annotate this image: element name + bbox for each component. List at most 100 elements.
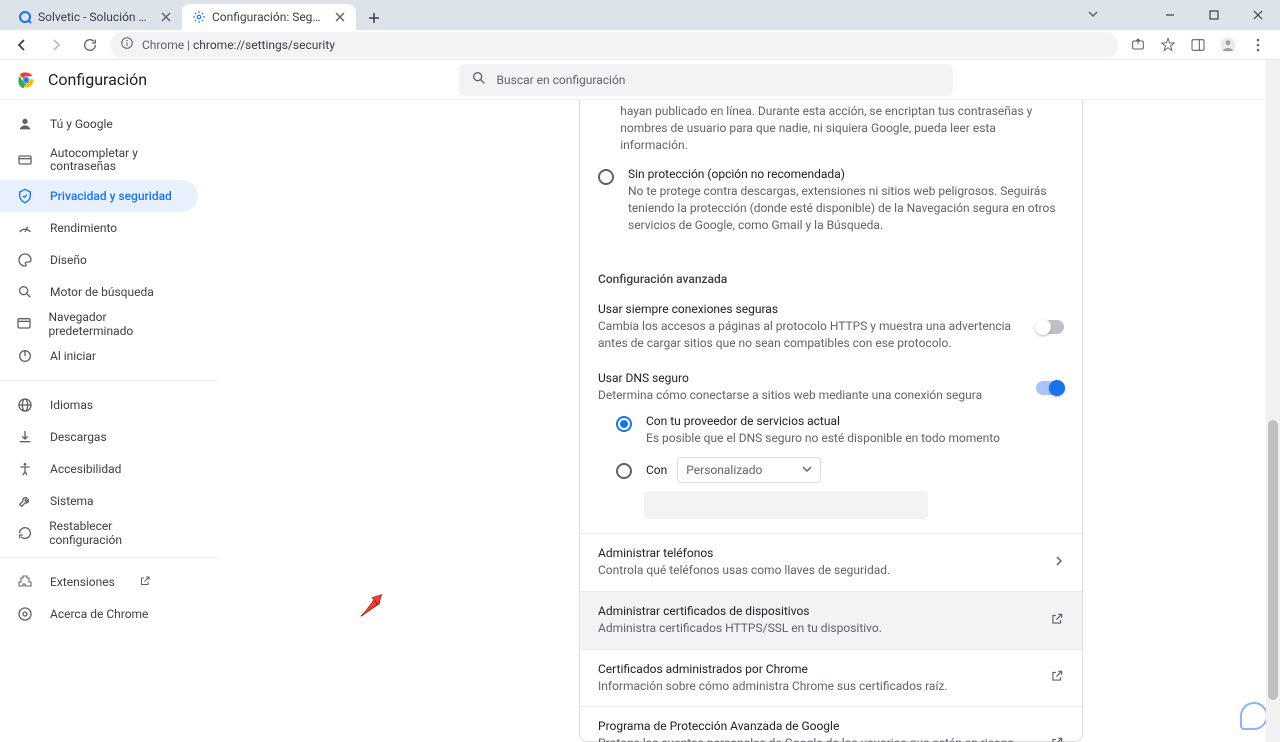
sidebar-item-performance[interactable]: Rendimiento: [0, 212, 198, 244]
browser-menu-button[interactable]: [1244, 31, 1272, 59]
page-scrollbar-track[interactable]: [1266, 60, 1280, 742]
no-protection-radio[interactable]: [598, 169, 614, 185]
extension-icon: [16, 574, 34, 590]
sidebar-item-you-and-google[interactable]: Tú y Google: [0, 108, 198, 140]
chrome-icon: [16, 606, 34, 622]
browser-icon: [16, 316, 32, 332]
chevron-down-icon: [802, 463, 812, 477]
external-link-icon: [1050, 612, 1064, 629]
profile-button[interactable]: [1214, 31, 1242, 59]
dns-custom-radio[interactable]: [616, 463, 632, 479]
sidebar-item-privacy-security[interactable]: Privacidad y seguridad: [0, 180, 198, 212]
tab-label: Configuración: Seguridad: [212, 10, 322, 24]
url-text: Chrome | chrome://settings/security: [142, 38, 335, 52]
settings-header: Configuración Buscar en configuración: [0, 60, 1280, 100]
power-icon: [16, 348, 34, 364]
sidebar-item-autofill[interactable]: Autocompletar y contraseñas: [0, 140, 198, 180]
window-maximize-button[interactable]: [1192, 0, 1236, 30]
new-tab-button[interactable]: [362, 6, 386, 30]
globe-icon: [16, 397, 34, 413]
sidebar-item-appearance[interactable]: Diseño: [0, 244, 198, 276]
device-certificates-desc: Administra certificados HTTPS/SSL en tu …: [598, 620, 882, 637]
accessibility-icon: [16, 461, 34, 477]
manage-phones-desc: Controla qué teléfonos usas como llaves …: [598, 562, 890, 579]
page-scrollbar-thumb[interactable]: [1268, 420, 1278, 700]
external-link-icon: [1050, 669, 1064, 686]
sidebar-item-accessibility[interactable]: Accesibilidad: [0, 453, 198, 485]
palette-icon: [16, 252, 34, 268]
reload-button[interactable]: [76, 31, 104, 59]
chrome-logo-icon: [16, 70, 36, 90]
secure-dns-toggle[interactable]: [1036, 381, 1064, 395]
tab-strip: Solvetic - Solución a los problem Config…: [0, 0, 386, 30]
always-https-desc: Cambia los accesos a páginas al protocol…: [598, 318, 1018, 352]
window-titlebar: Solvetic - Solución a los problem Config…: [0, 0, 1280, 30]
window-minimize-button[interactable]: [1148, 0, 1192, 30]
secure-dns-desc: Determina cómo conectarse a sitios web m…: [598, 387, 982, 404]
enhanced-protection-desc-tail: hayan publicado en línea. Durante esta a…: [620, 103, 1064, 153]
feedback-bubble[interactable]: [1240, 702, 1268, 730]
autofill-icon: [16, 152, 34, 168]
tab-solvetic[interactable]: Solvetic - Solución a los problem: [8, 4, 182, 30]
advanced-section-header: Configuración avanzada: [598, 272, 1064, 286]
sidebar-item-reset[interactable]: Restablecer configuración: [0, 517, 198, 549]
forward-button[interactable]: [42, 31, 70, 59]
search-icon: [471, 70, 487, 89]
sidebar-item-extensions[interactable]: Extensiones: [0, 566, 198, 598]
dns-current-provider-desc: Es posible que el DNS seguro no esté dis…: [646, 430, 1000, 447]
sidebar-divider: [0, 557, 218, 558]
bookmark-button[interactable]: [1154, 31, 1182, 59]
sidepanel-button[interactable]: [1184, 31, 1212, 59]
settings-sidebar: Tú y Google Autocompletar y contraseñas …: [0, 100, 218, 742]
page-content: Configuración Buscar en configuración Tú…: [0, 60, 1280, 742]
chrome-managed-certificates-row[interactable]: Certificados administrados por Chrome In…: [580, 650, 1082, 707]
always-https-toggle[interactable]: [1036, 320, 1064, 334]
sidebar-divider: [0, 380, 218, 381]
sidebar-item-system[interactable]: Sistema: [0, 485, 198, 517]
dns-custom-label: Con: [646, 463, 667, 477]
chevron-right-icon: [1054, 555, 1064, 569]
external-link-icon: [1050, 736, 1064, 742]
sidebar-item-on-startup[interactable]: Al iniciar: [0, 340, 198, 372]
wrench-icon: [16, 493, 34, 509]
device-certificates-title: Administrar certificados de dispositivos: [598, 604, 882, 618]
tab-label: Solvetic - Solución a los problem: [38, 10, 148, 24]
no-protection-title: Sin protección (opción no recomendada): [628, 167, 1064, 181]
dns-current-provider-title: Con tu proveedor de servicios actual: [646, 414, 1000, 428]
tab-close-icon[interactable]: [160, 11, 172, 23]
manage-phones-row[interactable]: Administrar teléfonos Controla qué teléf…: [580, 534, 1082, 591]
manage-device-certificates-row[interactable]: Administrar certificados de dispositivos…: [580, 592, 1082, 649]
search-placeholder: Buscar en configuración: [497, 73, 626, 87]
search-icon: [16, 284, 34, 300]
tab-settings[interactable]: Configuración: Seguridad: [182, 4, 356, 30]
address-bar[interactable]: Chrome | chrome://settings/security: [110, 32, 1118, 58]
sidebar-item-search-engine[interactable]: Motor de búsqueda: [0, 276, 198, 308]
security-settings-card: hayan publicado en línea. Durante esta a…: [579, 100, 1083, 742]
page-title: Configuración: [48, 70, 147, 89]
advanced-protection-title: Programa de Protección Avanzada de Googl…: [598, 719, 1018, 733]
dns-provider-select[interactable]: Personalizado: [677, 457, 821, 483]
dns-current-provider-radio[interactable]: [616, 416, 632, 432]
settings-search-input[interactable]: Buscar en configuración: [459, 64, 953, 96]
settings-main[interactable]: hayan publicado en línea. Durante esta a…: [218, 100, 1280, 742]
sidebar-item-languages[interactable]: Idiomas: [0, 389, 198, 421]
no-protection-desc: No te protege contra descargas, extensio…: [628, 183, 1064, 233]
sidebar-item-about[interactable]: Acerca de Chrome: [0, 598, 198, 630]
sidebar-item-default-browser[interactable]: Navegador predeterminado: [0, 308, 198, 340]
site-info-icon[interactable]: [120, 36, 134, 53]
shield-icon: [16, 188, 34, 204]
settings-favicon: [192, 10, 206, 24]
person-icon: [16, 116, 34, 132]
window-close-button[interactable]: [1236, 0, 1280, 30]
chrome-certificates-title: Certificados administrados por Chrome: [598, 662, 948, 676]
tab-close-icon[interactable]: [334, 11, 346, 23]
sidebar-item-downloads[interactable]: Descargas: [0, 421, 198, 453]
chrome-certificates-desc: Información sobre cómo administra Chrome…: [598, 678, 948, 695]
advanced-protection-row[interactable]: Programa de Protección Avanzada de Googl…: [580, 707, 1082, 742]
dns-custom-input-disabled: [644, 491, 928, 519]
back-button[interactable]: [8, 31, 36, 59]
share-button[interactable]: [1124, 31, 1152, 59]
download-icon: [16, 429, 34, 445]
tab-search-chevron-icon[interactable]: [1086, 7, 1100, 24]
window-controls: [1148, 0, 1280, 30]
